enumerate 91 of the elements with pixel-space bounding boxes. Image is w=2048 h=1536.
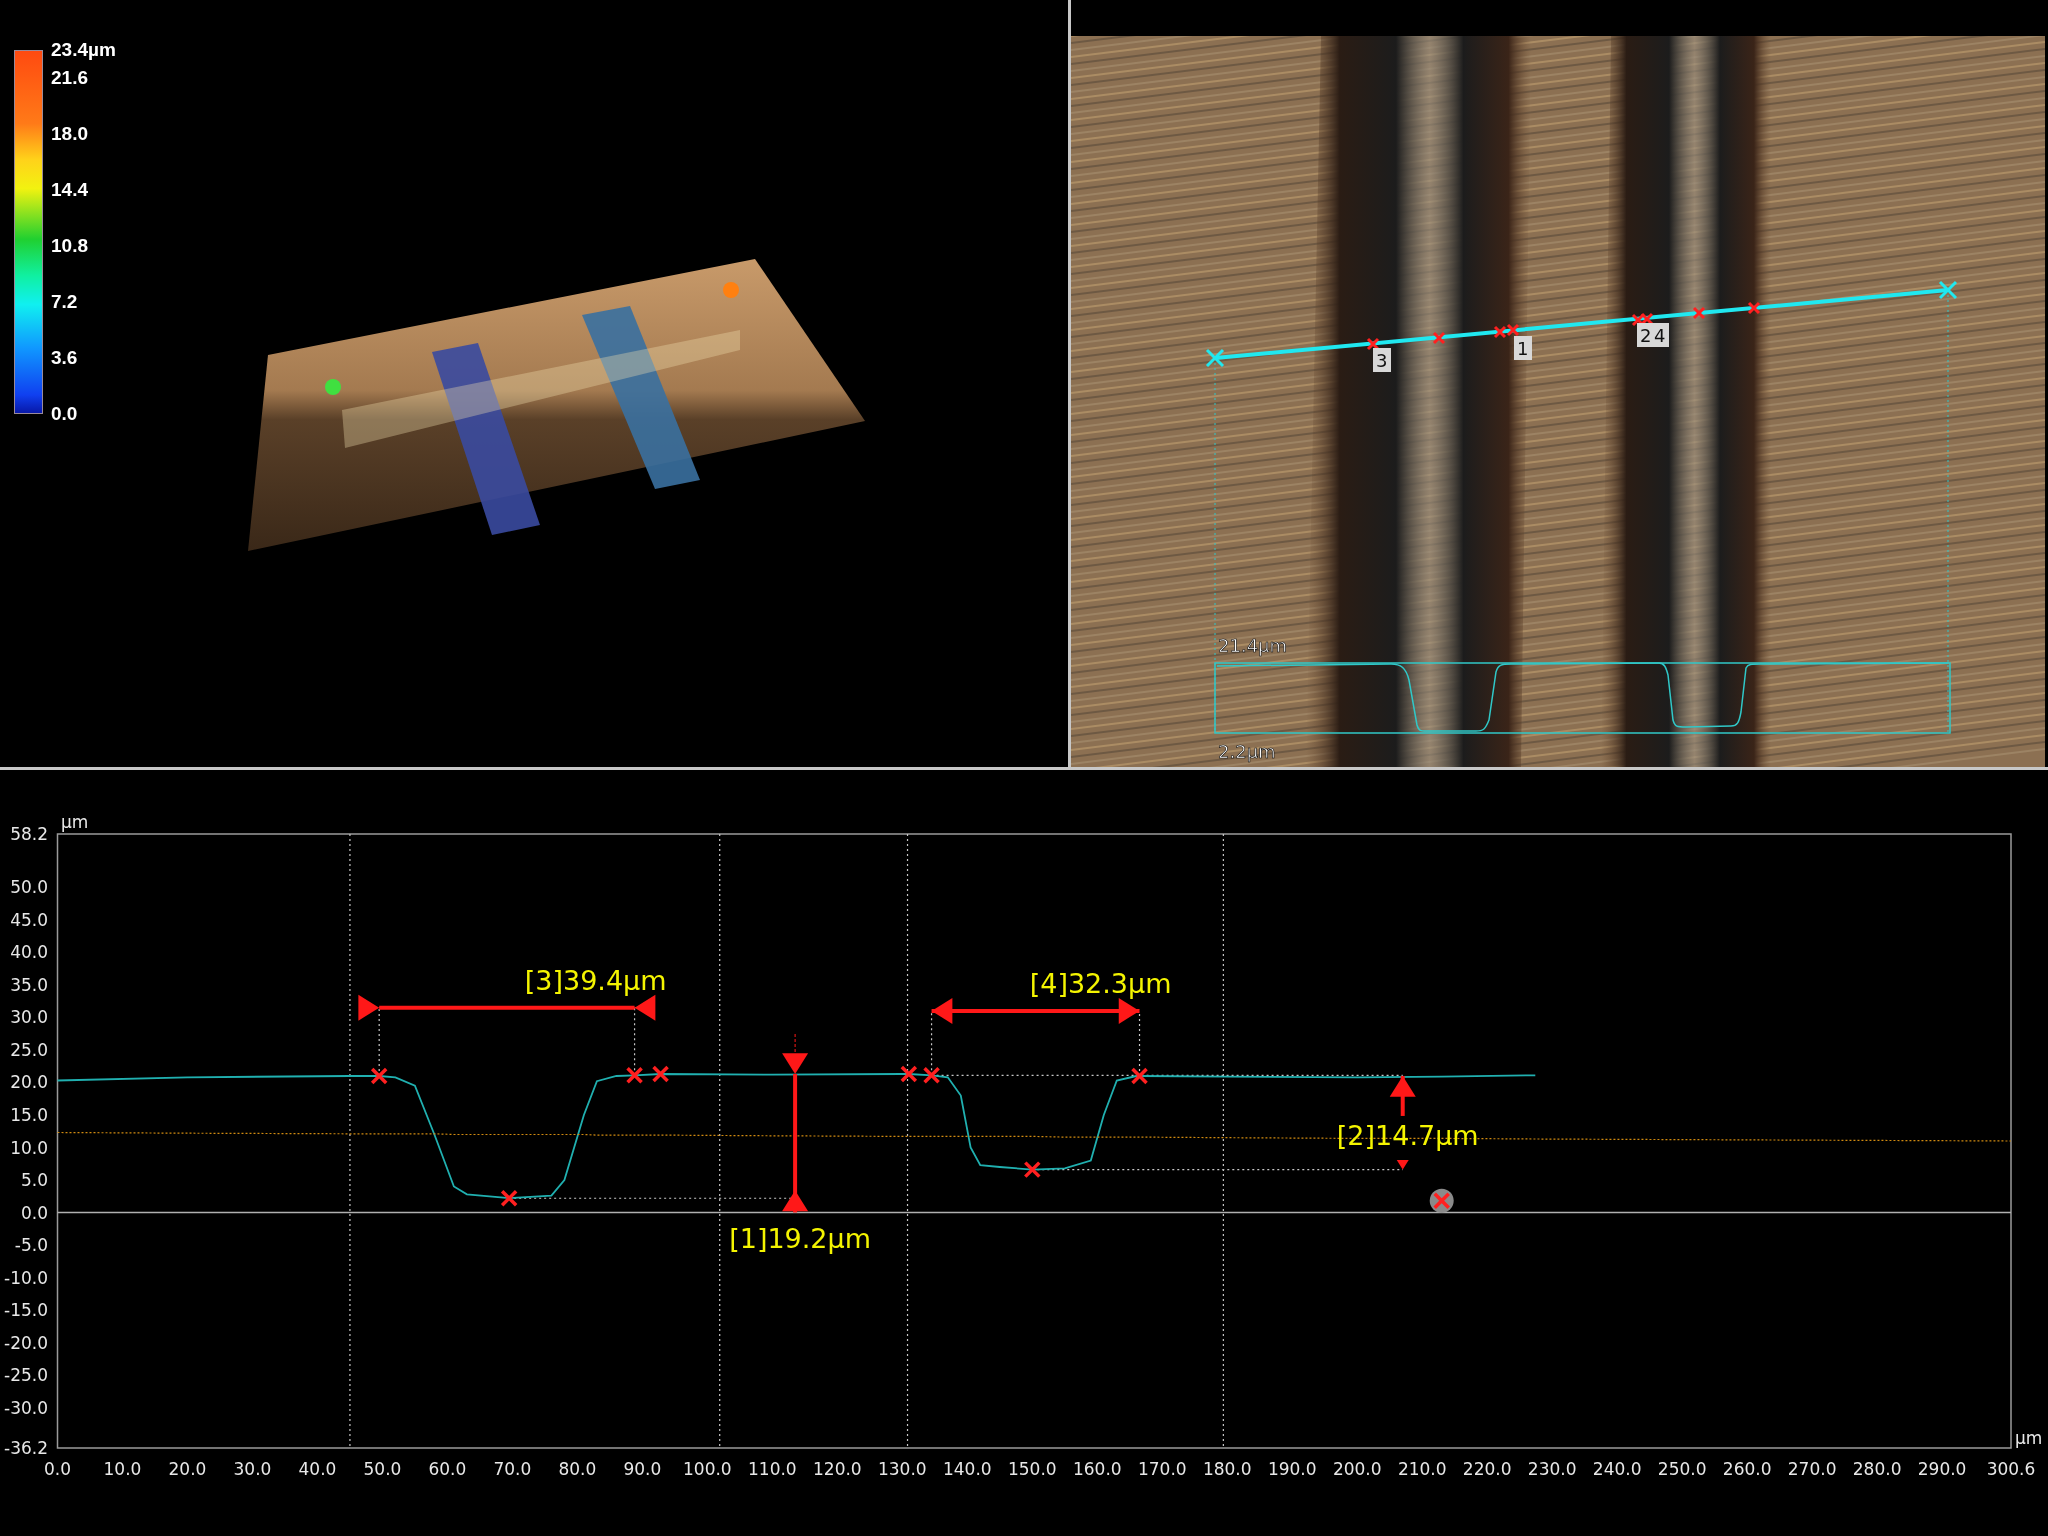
y-tick-label: 10.0 [10, 1137, 48, 1158]
x-tick-label: 70.0 [493, 1459, 532, 1479]
point-marker-icon [1493, 325, 1507, 339]
y-tick-label: 58.2 [10, 824, 48, 844]
point-marker-icon [1432, 331, 1446, 345]
x-tick-label: 210.0 [1397, 1459, 1447, 1479]
x-tick-label: 190.0 [1267, 1459, 1317, 1479]
inset-max-label: 21.4µm [1218, 635, 1288, 656]
x-tick-label: 130.0 [878, 1459, 927, 1479]
x-tick-label: 0.0 [44, 1459, 71, 1479]
scale-label: 14.4 [51, 179, 88, 200]
x-tick-label: 180.0 [1202, 1459, 1252, 1479]
measurement-label: [4]32.3µm [1029, 967, 1172, 999]
scale-label: 3.6 [51, 347, 78, 368]
x-tick-label: 60.0 [428, 1459, 467, 1479]
y-tick-label: -36.2 [4, 1438, 48, 1458]
scale-label: 7.2 [51, 291, 78, 312]
y-tick-label: 35.0 [10, 974, 48, 995]
point-marker-icon[interactable] [922, 1066, 941, 1085]
x-tick-label: 20.0 [168, 1459, 207, 1479]
point-marker-icon [1747, 301, 1761, 315]
y-tick-label: -15.0 [4, 1300, 48, 1321]
point-marker-icon[interactable] [1429, 1188, 1454, 1213]
y-tick-label: 25.0 [10, 1039, 48, 1060]
point-marker-icon[interactable] [900, 1065, 918, 1083]
scale-label: 18.0 [51, 123, 88, 144]
cursor-line[interactable] [906, 833, 909, 1449]
y-tick-label: 40.0 [10, 942, 48, 963]
x-tick-label: 140.0 [943, 1459, 992, 1479]
point-marker-icon [1631, 313, 1645, 327]
measurement-label: [3]39.4µm [524, 964, 667, 996]
x-tick-label: 160.0 [1072, 1459, 1122, 1479]
point-marker-icon[interactable] [1023, 1160, 1042, 1179]
x-tick-label: 100.0 [683, 1459, 732, 1479]
x-tick-label: 220.0 [1462, 1459, 1512, 1479]
y-tick-label: 30.0 [10, 1007, 48, 1028]
cursor-line[interactable] [1222, 833, 1224, 1449]
y-tick-label: 0.0 [20, 1202, 48, 1223]
y-tick-label: 50.0 [10, 877, 48, 898]
y-tick-label: -30.0 [4, 1397, 48, 1418]
x-tick-label: 40.0 [298, 1459, 337, 1479]
y-tick-label: -20.0 [4, 1332, 48, 1353]
y-axis-unit: µm [61, 812, 89, 832]
point-marker-icon [1640, 312, 1654, 326]
cursor-line[interactable] [349, 833, 351, 1449]
x-tick-label: 270.0 [1787, 1459, 1837, 1479]
scale-label: 23.4µm [51, 39, 116, 60]
x-tick-label: 230.0 [1527, 1459, 1577, 1479]
y-tick-label: -5.0 [14, 1235, 48, 1256]
handle-icon[interactable] [1938, 280, 1958, 300]
x-tick-label: 120.0 [813, 1459, 862, 1479]
x-tick-label: 30.0 [233, 1459, 272, 1479]
point-marker-icon[interactable] [1130, 1067, 1149, 1085]
y-tick-label: 5.0 [20, 1170, 48, 1191]
x-tick-label: 290.0 [1917, 1459, 1967, 1479]
scale-label: 10.8 [51, 235, 88, 256]
point-label: 3 [1373, 348, 1391, 372]
x-tick-label: 200.0 [1332, 1459, 1382, 1479]
point-marker-icon[interactable] [500, 1189, 518, 1207]
point-label: 1 [1514, 336, 1532, 360]
y-tick-label: 20.0 [10, 1072, 48, 1093]
point-marker-icon [1506, 323, 1520, 337]
x-tick-label: 250.0 [1657, 1459, 1707, 1479]
measurement-label: [1]19.2µm [729, 1222, 871, 1254]
point-marker-icon[interactable] [370, 1067, 388, 1085]
x-tick-label: 170.0 [1137, 1459, 1187, 1479]
y-tick-label: -25.0 [4, 1365, 48, 1386]
x-tick-label: 300.6 [1986, 1459, 2036, 1479]
cursor-line[interactable] [719, 833, 721, 1449]
x-tick-label: 110.0 [748, 1459, 797, 1479]
x-tick-label: 80.0 [558, 1459, 597, 1479]
x-tick-label: 50.0 [363, 1459, 402, 1479]
x-axis-unit: µm [2015, 1428, 2043, 1448]
handle-icon[interactable] [1205, 348, 1225, 368]
point-marker-icon [1366, 337, 1380, 351]
point-marker-icon[interactable] [651, 1065, 670, 1083]
x-tick-label: 10.0 [103, 1459, 142, 1479]
y-tick-label: 15.0 [10, 1105, 48, 1125]
x-tick-label: 260.0 [1722, 1459, 1772, 1479]
scale-label: 0.0 [51, 403, 78, 424]
point-marker-icon [1692, 306, 1706, 320]
inset-min-label: 2.2µm [1218, 741, 1276, 762]
x-tick-label: 150.0 [1007, 1459, 1057, 1479]
x-tick-label: 90.0 [623, 1459, 662, 1479]
y-tick-label: 45.0 [10, 909, 48, 930]
x-tick-label: 240.0 [1592, 1459, 1642, 1479]
scale-label: 21.6 [51, 67, 88, 88]
x-tick-label: 280.0 [1852, 1459, 1902, 1479]
y-tick-label: -10.0 [4, 1267, 48, 1288]
measurement-label: [2]14.7µm [1336, 1119, 1479, 1151]
point-marker-icon[interactable] [625, 1066, 644, 1085]
